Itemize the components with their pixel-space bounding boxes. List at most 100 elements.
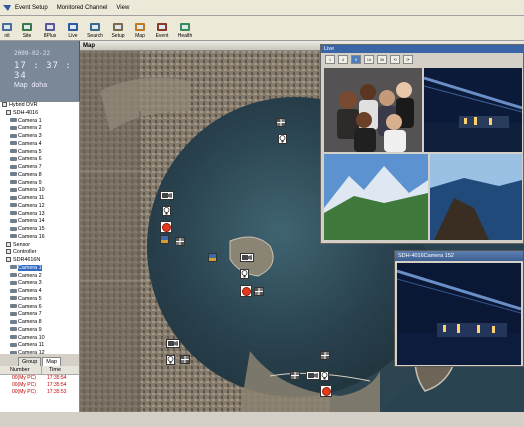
menu-view[interactable]: View [116, 5, 129, 11]
alarm-icon[interactable] [320, 385, 332, 397]
bulb-icon[interactable] [166, 355, 175, 365]
toolbar-setup-button[interactable]: Setup [109, 16, 127, 40]
camera-icon [10, 180, 17, 185]
tree-camera-item[interactable]: Camera 1 [0, 264, 79, 273]
picture-icon[interactable] [160, 235, 169, 244]
tree-camera-item[interactable]: Camera 2 [0, 125, 79, 133]
video-tile-bridge[interactable] [423, 68, 522, 152]
tree-camera-item[interactable]: Camera 8 [0, 172, 79, 180]
alarm-icon[interactable] [160, 221, 172, 233]
tree-camera-item[interactable]: Camera 5 [0, 296, 79, 304]
layout-button-5[interactable]: ⟲ [390, 54, 400, 64]
tree-camera-item[interactable]: Camera 12 [0, 203, 79, 211]
layout-button-2[interactable]: 9 [351, 54, 361, 64]
picture-icon[interactable] [208, 253, 217, 262]
tree-camera-item[interactable]: Camera 11 [0, 195, 79, 203]
camera-icon [10, 335, 17, 340]
tree-camera-item[interactable]: Camera 1 [0, 118, 79, 126]
tab-group[interactable]: Group [18, 357, 42, 366]
toolbar-event-button[interactable]: Event [153, 16, 171, 40]
tree-camera-item[interactable]: Camera 9 [0, 180, 79, 188]
menu-monitored-channel[interactable]: Monitored Channel [57, 5, 108, 11]
device-tree: Hybrid DVR SDH-4016 Camera 1 Camera 2 Camera… [0, 101, 80, 354]
tree-camera-item[interactable]: Camera 10 [0, 335, 79, 343]
tree-camera-item[interactable]: Camera 4 [0, 288, 79, 296]
event-row[interactable]: 00(My PC) 17:35:54 [0, 375, 79, 382]
bulb-icon[interactable] [320, 371, 329, 381]
video-tile-coast[interactable] [430, 154, 522, 240]
tree-camera-item[interactable]: Camera 3 [0, 280, 79, 288]
event-row[interactable]: 00(My PC) 17:35:53 [0, 389, 79, 396]
layout-button-4[interactable]: 36 [377, 54, 387, 64]
layout-button-1[interactable]: 4 [338, 54, 348, 64]
tree-group[interactable]: SDR4616N [0, 257, 79, 265]
event-row[interactable]: 00(My PC) 17:35:54 [0, 382, 79, 389]
toolbar-health-button[interactable]: Health [176, 16, 194, 40]
tree-camera-item[interactable]: Camera 15 [0, 226, 79, 234]
camera-tag-icon[interactable] [166, 339, 180, 348]
column-time[interactable]: Time [42, 366, 61, 374]
toolbar-8plus-button[interactable]: 8Plus [40, 16, 60, 40]
tree-camera-item[interactable]: Camera 2 [0, 273, 79, 281]
tree-camera-item[interactable]: Camera 4 [0, 141, 79, 149]
split-view-icon[interactable] [175, 237, 185, 246]
tree-camera-item[interactable]: Camera 6 [0, 304, 79, 312]
split-view-icon[interactable] [180, 355, 190, 364]
bulb-icon[interactable] [240, 269, 249, 279]
tree-camera-item[interactable]: Camera 5 [0, 149, 79, 157]
tree-item-label: Camera 6 [18, 156, 42, 163]
camera-tag-icon[interactable] [240, 253, 254, 262]
layout-button-3[interactable]: 16 [364, 54, 374, 64]
tree-camera-item[interactable]: Camera 7 [0, 164, 79, 172]
split-view-icon[interactable] [254, 287, 264, 296]
alarm-icon[interactable] [240, 285, 252, 297]
tree-camera-item[interactable]: Camera 7 [0, 311, 79, 319]
menu-event-setup[interactable]: Event Setup [15, 5, 48, 11]
tree-group[interactable]: Sensor [0, 242, 79, 250]
split-view-icon[interactable] [320, 351, 330, 360]
bulb-icon[interactable] [278, 134, 287, 144]
tree-camera-item[interactable]: Camera 10 [0, 187, 79, 195]
tree-tabs: Group Map [0, 354, 80, 366]
tree-group[interactable]: SDH-4016 [0, 110, 79, 118]
split-view-icon[interactable] [290, 371, 300, 380]
clock-time: 17 : 37 : 34 [14, 61, 72, 81]
tree-camera-item[interactable]: Camera 9 [0, 327, 79, 335]
monitor-icon [2, 23, 12, 31]
toolbar-nit-button[interactable]: nit [0, 16, 14, 40]
tree-item-label: Camera 1 [18, 264, 42, 271]
tree-group[interactable]: Controller [0, 249, 79, 257]
tree-camera-item[interactable]: Camera 13 [0, 211, 79, 219]
tree-item-label: Camera 10 [18, 187, 45, 194]
layout-button-0[interactable]: 1 [325, 54, 335, 64]
tree-camera-item[interactable]: Camera 14 [0, 218, 79, 226]
tree-item-label: Camera 13 [18, 210, 45, 217]
search-icon [90, 23, 100, 31]
video-tile-mountains[interactable] [324, 154, 428, 240]
bulb-icon[interactable] [162, 206, 171, 216]
camera-tag-icon[interactable] [306, 371, 320, 380]
toolbar-live-button[interactable]: Live [65, 16, 81, 40]
tab-map[interactable]: Map [42, 357, 61, 366]
tree-item-label: Camera 7 [18, 164, 42, 170]
tree-camera-item[interactable]: Camera 16 [0, 234, 79, 242]
tree-camera-item[interactable]: Camera 8 [0, 319, 79, 327]
toolbar-map-button[interactable]: Map [132, 16, 148, 40]
site-icon [22, 23, 32, 31]
layout-button-6[interactable]: ⟳ [403, 54, 413, 64]
camera-video-view[interactable] [397, 263, 521, 365]
video-tile-people[interactable] [324, 68, 422, 152]
camera-icon [10, 141, 17, 146]
camera-tag-icon[interactable] [160, 191, 174, 200]
camera-window: SDH-4016Camera 152 [394, 250, 524, 367]
tree-camera-item[interactable]: Camera 6 [0, 156, 79, 164]
toolbar-site-button[interactable]: Site [19, 16, 35, 40]
tree-group[interactable]: Hybrid DVR [0, 102, 79, 110]
map-selector[interactable]: Map doha [14, 82, 47, 89]
tree-camera-item[interactable]: Camera 3 [0, 133, 79, 141]
split-view-icon[interactable] [276, 118, 286, 127]
toolbar-search-button[interactable]: Search [86, 16, 104, 40]
tree-item-label: Camera 12 [18, 202, 45, 209]
column-number[interactable]: Number [0, 366, 42, 374]
tree-camera-item[interactable]: Camera 11 [0, 342, 79, 350]
